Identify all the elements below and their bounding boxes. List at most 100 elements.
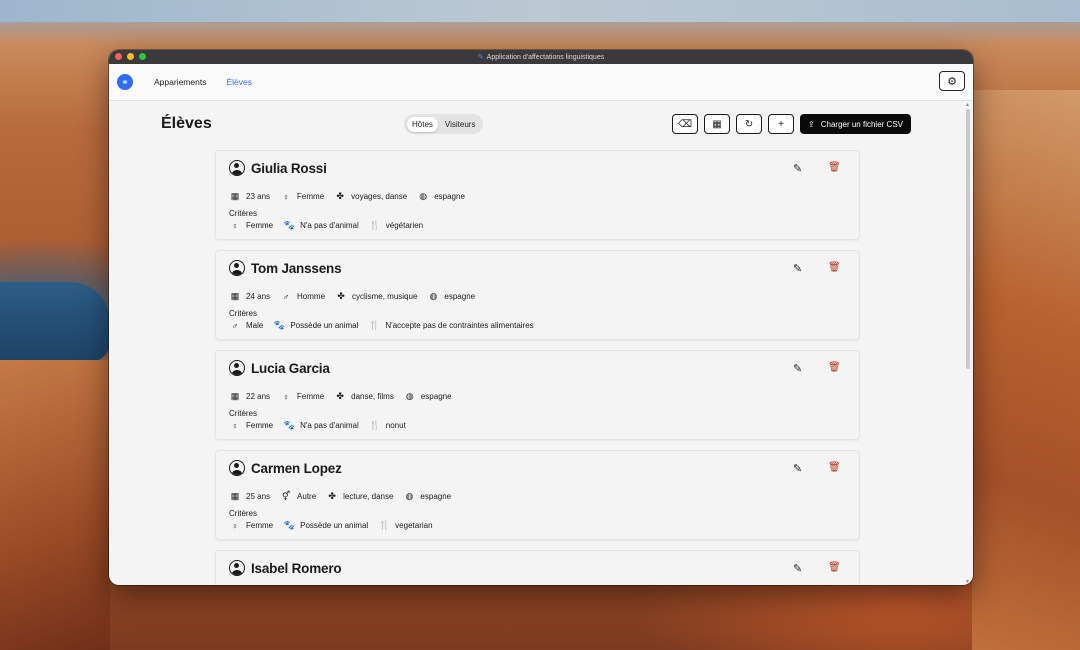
user-avatar-icon <box>229 560 245 576</box>
broom-icon: ⌫ <box>677 118 693 130</box>
plus-icon: + <box>778 118 784 130</box>
clear-button[interactable]: ⌫ <box>672 114 699 134</box>
window-title: ✎ Application d'affectations linguistiqu… <box>477 53 605 62</box>
student-name: Tom Janssens <box>251 260 342 276</box>
add-button[interactable]: + <box>768 114 795 134</box>
student-name: Lucia Garcia <box>251 360 330 376</box>
desktop-rock-right <box>972 90 1080 650</box>
interests-icon: ✤ <box>336 191 344 201</box>
utensils-icon: 🍴 <box>369 220 381 230</box>
globe-icon: ◍ <box>405 391 414 401</box>
scrollbar-thumb[interactable] <box>966 109 970 369</box>
student-header: Tom Janssens <box>229 260 342 276</box>
user-avatar-icon <box>229 460 245 476</box>
student-info: ▦ 23 ans ♀ Femme ✤ voyages, danse ◍ espagne <box>229 191 475 202</box>
student-card: Tom Janssens ✎ 🗑 ▦ 24 ans ♂ Homme ✤ cyclism… <box>215 250 860 340</box>
grid-view-button[interactable]: ▦ <box>704 114 731 134</box>
delete-trash-icon[interactable]: 🗑 <box>828 262 841 273</box>
user-avatar-icon <box>229 160 245 176</box>
student-gender: Autre <box>297 492 317 501</box>
desktop-rock-left <box>0 360 110 650</box>
main-nav: Appariements Élèves <box>154 77 252 87</box>
edit-pencil-icon[interactable]: ✎ <box>793 362 802 375</box>
student-info: ▦ 25 ans ⚥ Autre ✤ lecture, danse ◍ espagne <box>229 491 461 502</box>
student-name: Giulia Rossi <box>251 160 327 176</box>
criteria-label: Critères <box>229 409 258 418</box>
female-icon: ♀ <box>231 520 239 531</box>
student-country: espagne <box>420 392 452 401</box>
scroll-down-arrow-icon[interactable]: ▼ <box>965 579 970 585</box>
host-visitor-toggle: Hôtes Visiteurs <box>404 114 484 134</box>
female-icon: ♀ <box>231 420 239 431</box>
window-controls <box>115 53 146 60</box>
interests-icon: ✤ <box>336 391 344 401</box>
student-card: Giulia Rossi ✎ 🗑 ▦ 23 ans ♀ Femme ✤ voyages… <box>215 150 860 240</box>
delete-trash-icon[interactable]: 🗑 <box>828 462 841 473</box>
settings-button[interactable]: ⚙ <box>939 71 965 91</box>
edit-pencil-icon[interactable]: ✎ <box>793 262 802 275</box>
criteria-label: Critères <box>229 509 258 518</box>
student-criteria: ♀ Femme 🐾 N'a pas d'animal 🍴 nonut <box>229 420 416 431</box>
tab-visiteurs[interactable]: Visiteurs <box>440 117 481 132</box>
refresh-button[interactable]: ↻ <box>736 114 763 134</box>
female-icon: ♀ <box>231 220 239 231</box>
scrollbar[interactable]: ▲ ▼ <box>965 101 972 585</box>
student-card: Carmen Lopez ✎ 🗑 ▦ 25 ans ⚥ Autre ✤ lecture… <box>215 450 860 540</box>
pen-icon: ✎ <box>477 54 484 61</box>
male-icon: ♂ <box>282 291 290 302</box>
student-name: Carmen Lopez <box>251 460 342 476</box>
student-interests: danse, films <box>351 392 394 401</box>
paw-icon: 🐾 <box>283 420 295 430</box>
calendar-icon: ▦ <box>230 391 240 401</box>
student-header: Giulia Rossi <box>229 160 327 176</box>
student-country: espagne <box>434 192 465 201</box>
student-age: 23 ans <box>246 192 271 201</box>
female-icon: ♀ <box>282 191 290 202</box>
zoom-window-button[interactable] <box>139 53 146 60</box>
close-window-button[interactable] <box>115 53 122 60</box>
desktop-sky <box>0 0 1080 22</box>
criteria-gender: Femme <box>246 521 274 530</box>
delete-trash-icon[interactable]: 🗑 <box>828 562 841 573</box>
tab-hotes[interactable]: Hôtes <box>407 116 438 132</box>
criteria-animal: N'a pas d'animal <box>300 421 359 430</box>
edit-pencil-icon[interactable]: ✎ <box>793 562 802 575</box>
minimize-window-button[interactable] <box>127 53 134 60</box>
upload-csv-button[interactable]: ⇪ Charger un fichier CSV <box>800 114 911 134</box>
student-card: Isabel Romero ✎ 🗑 <box>215 550 860 585</box>
student-criteria: ♀ Femme 🐾 Possède un animal 🍴 vegetarian <box>229 520 443 531</box>
main-content: Élèves Hôtes Visiteurs ⌫ ▦ ↻ + ⇪ Charger… <box>109 101 973 585</box>
nav-appariements[interactable]: Appariements <box>154 77 206 87</box>
delete-trash-icon[interactable]: 🗑 <box>828 162 841 173</box>
calendar-icon: ▦ <box>230 291 240 301</box>
calendar-icon: ▦ <box>230 191 240 201</box>
paw-icon: 🐾 <box>283 220 295 230</box>
criteria-gender: Femme <box>246 421 274 430</box>
female-icon: ♀ <box>282 391 290 402</box>
utensils-icon: 🍴 <box>369 420 381 430</box>
edit-pencil-icon[interactable]: ✎ <box>793 162 802 175</box>
window-title-text: Application d'affectations linguistiques <box>486 53 605 61</box>
paw-icon: 🐾 <box>273 320 285 330</box>
student-age: 22 ans <box>246 392 271 401</box>
other-gender-icon: ⚥ <box>281 491 291 501</box>
student-interests: voyages, danse <box>351 192 408 201</box>
utensils-icon: 🍴 <box>378 520 390 530</box>
interests-icon: ✤ <box>337 291 345 301</box>
toolbar: ⌫ ▦ ↻ + ⇪ Charger un fichier CSV <box>672 114 911 134</box>
user-avatar-icon <box>229 360 245 376</box>
student-age: 25 ans <box>246 492 271 501</box>
refresh-icon: ↻ <box>744 118 754 130</box>
nav-eleves[interactable]: Élèves <box>226 77 252 87</box>
grid-icon: ▦ <box>712 118 722 130</box>
scroll-up-arrow-icon[interactable]: ▲ <box>965 102 970 108</box>
globe-icon: ◍ <box>419 191 428 201</box>
link-logo-icon[interactable]: ⚭ <box>117 74 133 90</box>
student-header: Isabel Romero <box>229 560 342 576</box>
student-header: Carmen Lopez <box>229 460 342 476</box>
criteria-gender: Femme <box>246 221 274 230</box>
delete-trash-icon[interactable]: 🗑 <box>828 362 841 373</box>
edit-pencil-icon[interactable]: ✎ <box>793 462 802 475</box>
criteria-diet: vegetarian <box>395 521 433 530</box>
student-name: Isabel Romero <box>251 560 342 576</box>
